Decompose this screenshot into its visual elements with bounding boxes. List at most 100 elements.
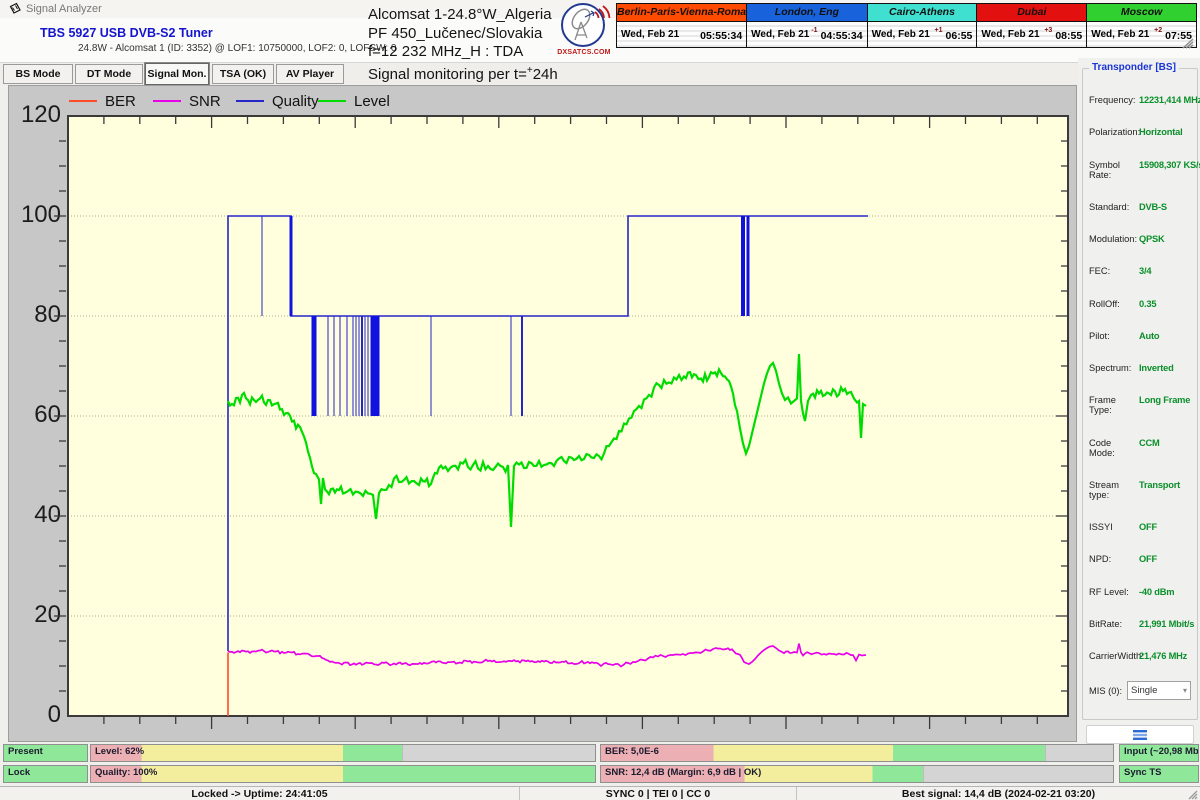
tab-signal-mon[interactable]: Signal Mon.: [145, 63, 209, 85]
transponder-row-value: Transport: [1139, 480, 1180, 490]
clock-date: Wed, Feb 21: [981, 29, 1039, 40]
transponder-row-label: NPD:: [1089, 554, 1139, 564]
transponder-row-label: BitRate:: [1089, 619, 1139, 629]
transponder-row-label: RollOff:: [1089, 299, 1139, 309]
snr-line-swatch: [153, 100, 181, 102]
chart-panel: BER SNR Quality Level 120100806040200: [8, 85, 1077, 742]
legend-quality: Quality: [236, 92, 319, 110]
satellite-title: Alcomsat 1-24.8°W_Algeria: [368, 6, 588, 25]
tab-tsa[interactable]: TSA (OK): [212, 64, 274, 84]
transponder-row: NPD:OFF: [1089, 554, 1191, 564]
y-axis-label: 40: [13, 501, 61, 529]
bar-label: Quality: 100%: [95, 767, 157, 778]
ber-bar: BER: 5,0E-6: [600, 744, 1114, 762]
transponder-row-label: Symbol Rate:: [1089, 160, 1139, 180]
clock-utc-offset: -1: [811, 27, 817, 34]
transponder-row: ISSYIOFF: [1089, 522, 1191, 532]
transponder-row: Symbol Rate:15908,307 KS/s: [1089, 160, 1191, 180]
clock-time-group: +106:55: [933, 26, 973, 44]
bar-label: Sync TS: [1124, 767, 1162, 778]
transponder-row-value: Horizontal: [1139, 127, 1182, 137]
bar-remainder: [402, 745, 595, 761]
quality-bar: Quality: 100%: [90, 765, 596, 783]
status-uptime: Locked -> Uptime: 24:41:05: [0, 787, 520, 800]
transponder-row-label: Stream type:: [1089, 480, 1139, 500]
clock-city-label: Cairo-Athens: [868, 4, 977, 22]
present-indicator: Present: [3, 744, 88, 762]
clock-utc-offset: +2: [1154, 27, 1162, 34]
clock-time-row: Wed, Feb 21 05:55:34: [617, 22, 746, 47]
signal-plot-svg: [68, 116, 1068, 716]
clock-dubai: DubaiWed, Feb 21+308:55: [976, 3, 1087, 48]
transponder-row-label: Spectrum:: [1089, 363, 1139, 373]
transponder-row-value: OFF: [1139, 554, 1157, 564]
transponder-rows: Frequency:12231,414 MHz Polarization:Hori…: [1089, 95, 1191, 661]
transponder-row: Frame Type:Long Frame: [1089, 395, 1191, 415]
y-axis-label: 60: [13, 401, 61, 429]
transponder-row-label: Standard:: [1089, 202, 1139, 212]
transponder-row-value: 12231,414 MHz: [1139, 95, 1200, 105]
clock-time: 06:55: [946, 30, 973, 42]
tab-bs-mode[interactable]: BS Mode: [3, 64, 73, 84]
transponder-row-value: DVB-S: [1139, 202, 1167, 212]
clock-time-group: +308:55: [1042, 26, 1082, 44]
clock-time: 05:55:34: [700, 30, 742, 42]
transponder-row-value: 3/4: [1139, 266, 1151, 276]
transponder-row-value: -40 dBm: [1139, 587, 1174, 597]
tab-av-player[interactable]: AV Player: [276, 64, 344, 84]
tuner-details: 24.8W - Alcomsat 1 (ID: 3352) @ LOF1: 10…: [78, 43, 396, 54]
transponder-panel: Transponder [BS] Frequency:12231,414 MHz…: [1078, 58, 1200, 748]
clock-date: Wed, Feb 21: [1091, 29, 1149, 40]
transponder-row: Frequency:12231,414 MHz: [1089, 95, 1191, 105]
transponder-row-label: Polarization:: [1089, 127, 1139, 137]
legend-level: Level: [318, 92, 390, 110]
clock-time-row: Wed, Feb 21+308:55: [977, 22, 1086, 47]
tab-dt-mode[interactable]: DT Mode: [75, 64, 143, 84]
tuner-name: TBS 5927 USB DVB-S2 Tuner: [40, 26, 213, 40]
transponder-row-value: 0.35: [1139, 299, 1156, 309]
bar-label: Level: 62%: [95, 746, 144, 757]
clock-date: Wed, Feb 21: [751, 29, 809, 40]
signal-analyzer-window: Signal Analyzer TBS 5927 USB DVB-S2 Tune…: [0, 0, 1200, 800]
transponder-title: Transponder [BS]: [1089, 62, 1179, 73]
level-line-swatch: [318, 100, 346, 102]
transponder-row: BitRate:21,991 Mbit/s: [1089, 619, 1191, 629]
signal-plot: [68, 116, 1068, 716]
clock-time-row: Wed, Feb 21+106:55: [868, 22, 977, 47]
world-clocks: Berlin-Paris-Vienna-RomaWed, Feb 2105:55…: [616, 3, 1197, 48]
clock-time: 04:55:34: [821, 30, 863, 42]
transponder-row-label: RF Level:: [1089, 587, 1139, 597]
clock-date: Wed, Feb 21: [621, 29, 679, 40]
clock-time-group: -1 04:55:34: [809, 26, 862, 44]
bar-remainder: [923, 766, 1113, 782]
bar-remainder: [1045, 745, 1113, 761]
transponder-row: Standard:DVB-S: [1089, 202, 1191, 212]
transponder-row-label: FEC:: [1089, 266, 1139, 276]
mis-dropdown[interactable]: Single ▾: [1127, 681, 1191, 700]
level-bar: Level: 62%: [90, 744, 596, 762]
status-best-signal: Best signal: 14,4 dB (2024-02-21 03:20): [797, 787, 1200, 800]
y-axis-label: 100: [13, 201, 61, 229]
bar-label: Input (~20,98 Mbps): [1124, 746, 1199, 757]
transponder-row-value: QPSK: [1139, 234, 1165, 244]
quality-line-swatch: [236, 100, 264, 102]
bar-label: BER: 5,0E-6: [605, 746, 659, 757]
clock-city-label: London, Eng: [747, 4, 866, 22]
site-title: PF 450_Lučenec/Slovakia: [368, 25, 588, 44]
y-axis-label: 80: [13, 301, 61, 329]
bar-label: Present: [8, 746, 43, 757]
transponder-row-label: Frame Type:: [1089, 395, 1139, 415]
transponder-row-value: 21,991 Mbit/s: [1139, 619, 1194, 629]
transponder-row: FEC:3/4: [1089, 266, 1191, 276]
transponder-row: Pilot:Auto: [1089, 331, 1191, 341]
panel-button[interactable]: [1086, 725, 1194, 744]
transponder-row-value: 21,476 MHz: [1139, 651, 1187, 661]
resize-grip[interactable]: [1187, 789, 1198, 800]
bar-label: Lock: [8, 767, 30, 778]
status-sync-counters: SYNC 0 | TEI 0 | CC 0: [520, 787, 797, 800]
tab-bar: BS Mode DT Mode Signal Mon. TSA (OK) AV …: [0, 62, 1200, 86]
window-title: Signal Analyzer: [26, 3, 102, 15]
status-bar: Locked -> Uptime: 24:41:05 SYNC 0 | TEI …: [0, 786, 1200, 800]
bar-track: [601, 745, 1113, 761]
ber-line-swatch: [69, 100, 97, 102]
